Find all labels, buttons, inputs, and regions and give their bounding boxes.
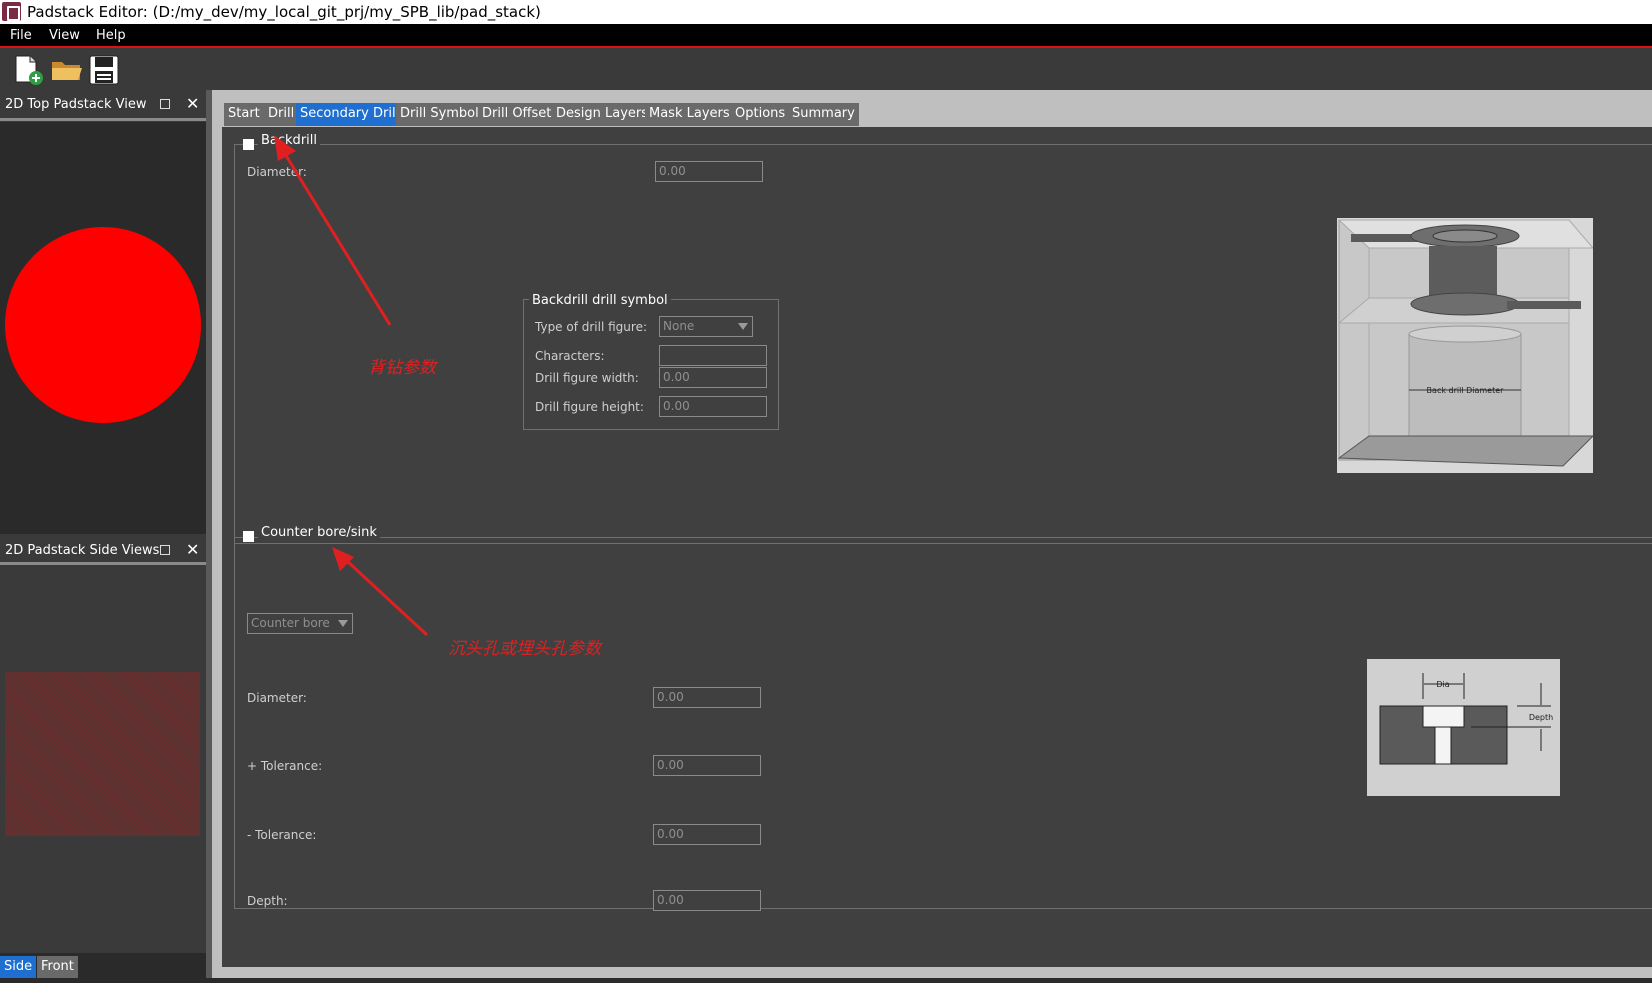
side-pad-shape bbox=[5, 672, 200, 836]
pad-shape bbox=[5, 227, 201, 423]
minus-tolerance-label: - Tolerance: bbox=[247, 828, 317, 842]
tab-front[interactable]: Front bbox=[37, 956, 78, 978]
tab-secondary-drill[interactable]: Secondary Drill bbox=[296, 103, 404, 126]
new-file-icon[interactable] bbox=[12, 54, 46, 86]
backdrill-figure-caption: Back drill Diameter bbox=[1427, 386, 1505, 395]
tab-side[interactable]: Side bbox=[0, 956, 37, 978]
dock-side-views-label: 2D Padstack Side Views bbox=[5, 543, 160, 558]
float-icon[interactable] bbox=[160, 99, 170, 109]
annotation-backdrill: 背钻参数 bbox=[368, 358, 436, 378]
tab-design-layers[interactable]: Design Layers bbox=[552, 103, 653, 126]
tab-drill-offset[interactable]: Drill Offset bbox=[478, 103, 556, 126]
menu-bar: File View Help bbox=[0, 24, 1652, 48]
depth-input[interactable]: 0.00 bbox=[653, 890, 761, 911]
side-padstack-view[interactable] bbox=[0, 568, 206, 953]
figure-depth-label: Depth bbox=[1529, 713, 1553, 722]
dock-divider bbox=[0, 118, 206, 121]
top-padstack-view[interactable] bbox=[0, 122, 206, 534]
close-icon[interactable]: ✕ bbox=[186, 540, 199, 559]
plus-tolerance-label: + Tolerance: bbox=[247, 759, 323, 773]
depth-label: Depth: bbox=[247, 894, 288, 908]
save-icon[interactable] bbox=[88, 54, 120, 86]
title-bar: Padstack Editor: (D:/my_dev/my_local_git… bbox=[0, 0, 1652, 24]
figure-dia-label: Dia bbox=[1436, 680, 1449, 689]
dock-top-view-title: 2D Top Padstack View ✕ bbox=[0, 93, 206, 117]
tab-options[interactable]: Options bbox=[731, 103, 790, 126]
app-icon bbox=[2, 2, 21, 21]
tab-drill-symbol[interactable]: Drill Symbol bbox=[396, 103, 483, 126]
annotation-counter: 沉头孔或埋头孔参数 bbox=[448, 639, 601, 659]
menu-file[interactable]: File bbox=[10, 28, 32, 43]
dock-divider bbox=[0, 562, 206, 565]
tab-start[interactable]: Start bbox=[224, 103, 264, 126]
minus-tolerance-input[interactable]: 0.00 bbox=[653, 824, 761, 845]
counter-bore-illustration: Dia Depth bbox=[1367, 659, 1560, 796]
open-folder-icon[interactable] bbox=[50, 56, 84, 84]
dock-top-view-label: 2D Top Padstack View bbox=[5, 97, 147, 112]
menu-view[interactable]: View bbox=[49, 28, 80, 43]
secondary-drill-content: Backdrill Diameter: 0.00 Backdrill drill… bbox=[222, 127, 1652, 967]
toolbar bbox=[0, 50, 1652, 90]
tab-summary[interactable]: Summary bbox=[788, 103, 859, 126]
tab-drill[interactable]: Drill bbox=[264, 103, 299, 126]
menu-help[interactable]: Help bbox=[96, 28, 126, 43]
status-bar bbox=[0, 978, 1652, 983]
tab-mask-layers[interactable]: Mask Layers bbox=[645, 103, 734, 126]
backdrill-illustration: Back drill Diameter bbox=[1337, 218, 1593, 473]
dock-side-views-title: 2D Padstack Side Views ✕ bbox=[0, 539, 206, 563]
plus-tolerance-input[interactable]: 0.00 bbox=[653, 755, 761, 776]
float-icon[interactable] bbox=[160, 545, 170, 555]
close-icon[interactable]: ✕ bbox=[186, 94, 199, 113]
window-title: Padstack Editor: (D:/my_dev/my_local_git… bbox=[27, 3, 541, 21]
